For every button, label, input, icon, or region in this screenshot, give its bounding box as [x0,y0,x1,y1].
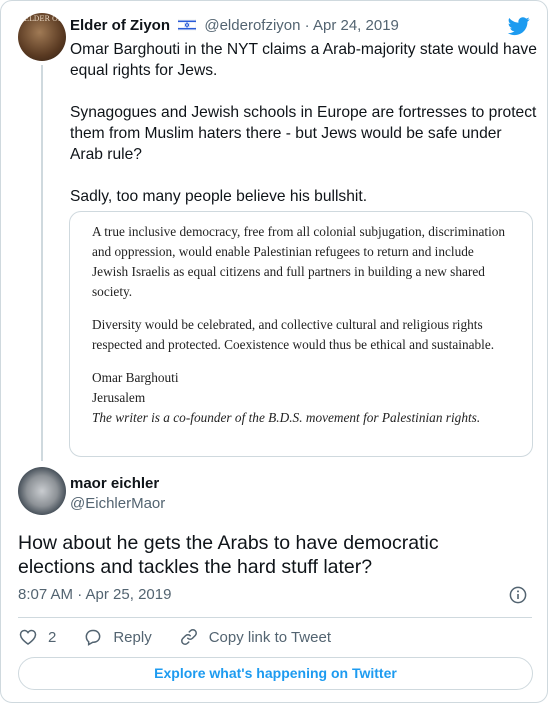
quoted-text-image[interactable]: A true inclusive democracy, free from al… [69,211,533,457]
link-icon [180,629,197,645]
heart-icon [19,629,37,646]
reply-label: Reply [113,628,152,646]
avatar[interactable] [18,467,66,515]
signature-place: Jerusalem [92,390,146,405]
parent-tweet-text: Omar Barghouti in the NYT claims a Arab-… [70,39,538,228]
thread-line [41,65,43,461]
parent-tweet-header: Elder of Ziyon @elderofziyon · Apr 24, 2… [70,17,399,34]
separator-dot: · [304,17,310,34]
copy-link-button[interactable]: Copy link to Tweet [179,627,331,647]
reply-tweet-text: How about he gets the Arabs to have demo… [18,532,439,578]
tweet-date[interactable]: Apr 24, 2019 [313,17,399,34]
israel-flag-icon [178,19,197,31]
tweet-paragraph: Sadly, too many people believe his bulls… [70,188,368,205]
action-bar: 2 Reply Copy link to Tweet [18,627,358,647]
divider [18,617,532,618]
avatar[interactable]: ELDER OF [18,13,66,61]
tweet-paragraph: Synagogues and Jewish schools in Europe … [70,104,537,163]
like-button[interactable]: 2 [18,627,56,647]
author-name[interactable]: maor eichler [70,475,159,492]
quote-paragraph: Diversity would be celebrated, and colle… [92,317,495,352]
tweet-paragraph: Omar Barghouti in the NYT claims a Arab-… [70,41,537,79]
like-count: 2 [48,628,57,646]
tweet-timestamp[interactable]: 8:07 AM · Apr 25, 2019 [18,586,171,603]
author-handle[interactable]: @EichlerMaor [70,495,165,512]
quote-paragraph: A true inclusive democracy, free from al… [92,224,506,299]
avatar-label: ELDER OF [24,15,63,23]
reply-icon [85,629,101,646]
twitter-logo-icon[interactable] [507,15,531,37]
author-name[interactable]: Elder of Ziyon [70,17,170,34]
embedded-tweet-card: ELDER OF Elder of Ziyon @elderofziyon · … [0,0,548,703]
copy-link-label: Copy link to Tweet [208,628,331,646]
signature-caption: The writer is a co-founder of the B.D.S.… [92,410,481,425]
author-handle[interactable]: @elderofziyon [204,17,300,34]
reply-button[interactable]: Reply [83,627,152,647]
info-icon[interactable] [509,586,527,604]
explore-twitter-button[interactable]: Explore what's happening on Twitter [18,657,533,690]
signature-name: Omar Barghouti [92,370,179,385]
